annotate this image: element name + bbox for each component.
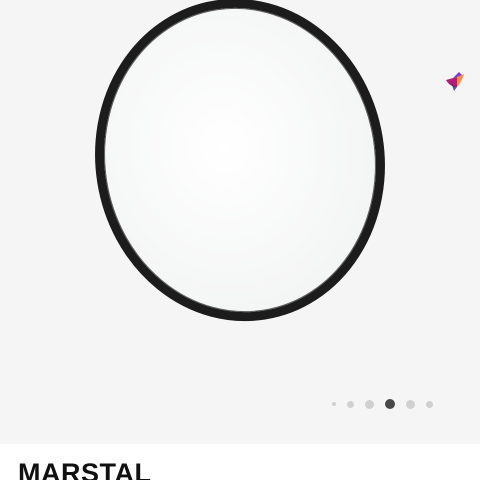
product-info-panel: MARSTAL (0, 444, 480, 480)
pagination-dot-active[interactable] (385, 399, 395, 409)
product-page: MARSTAL (0, 0, 480, 480)
pagination-dot[interactable] (365, 399, 374, 409)
pagination-dot[interactable] (406, 399, 415, 409)
product-image-gallery[interactable] (0, 0, 480, 444)
image-pagination (332, 396, 444, 412)
pagination-dot[interactable] (332, 402, 336, 406)
pagination-dot[interactable] (426, 400, 433, 408)
pagination-dot[interactable] (347, 400, 354, 408)
hummingbird-logo-icon[interactable] (442, 68, 468, 94)
product-name: MARSTAL (18, 458, 152, 480)
product-image[interactable] (0, 0, 480, 380)
